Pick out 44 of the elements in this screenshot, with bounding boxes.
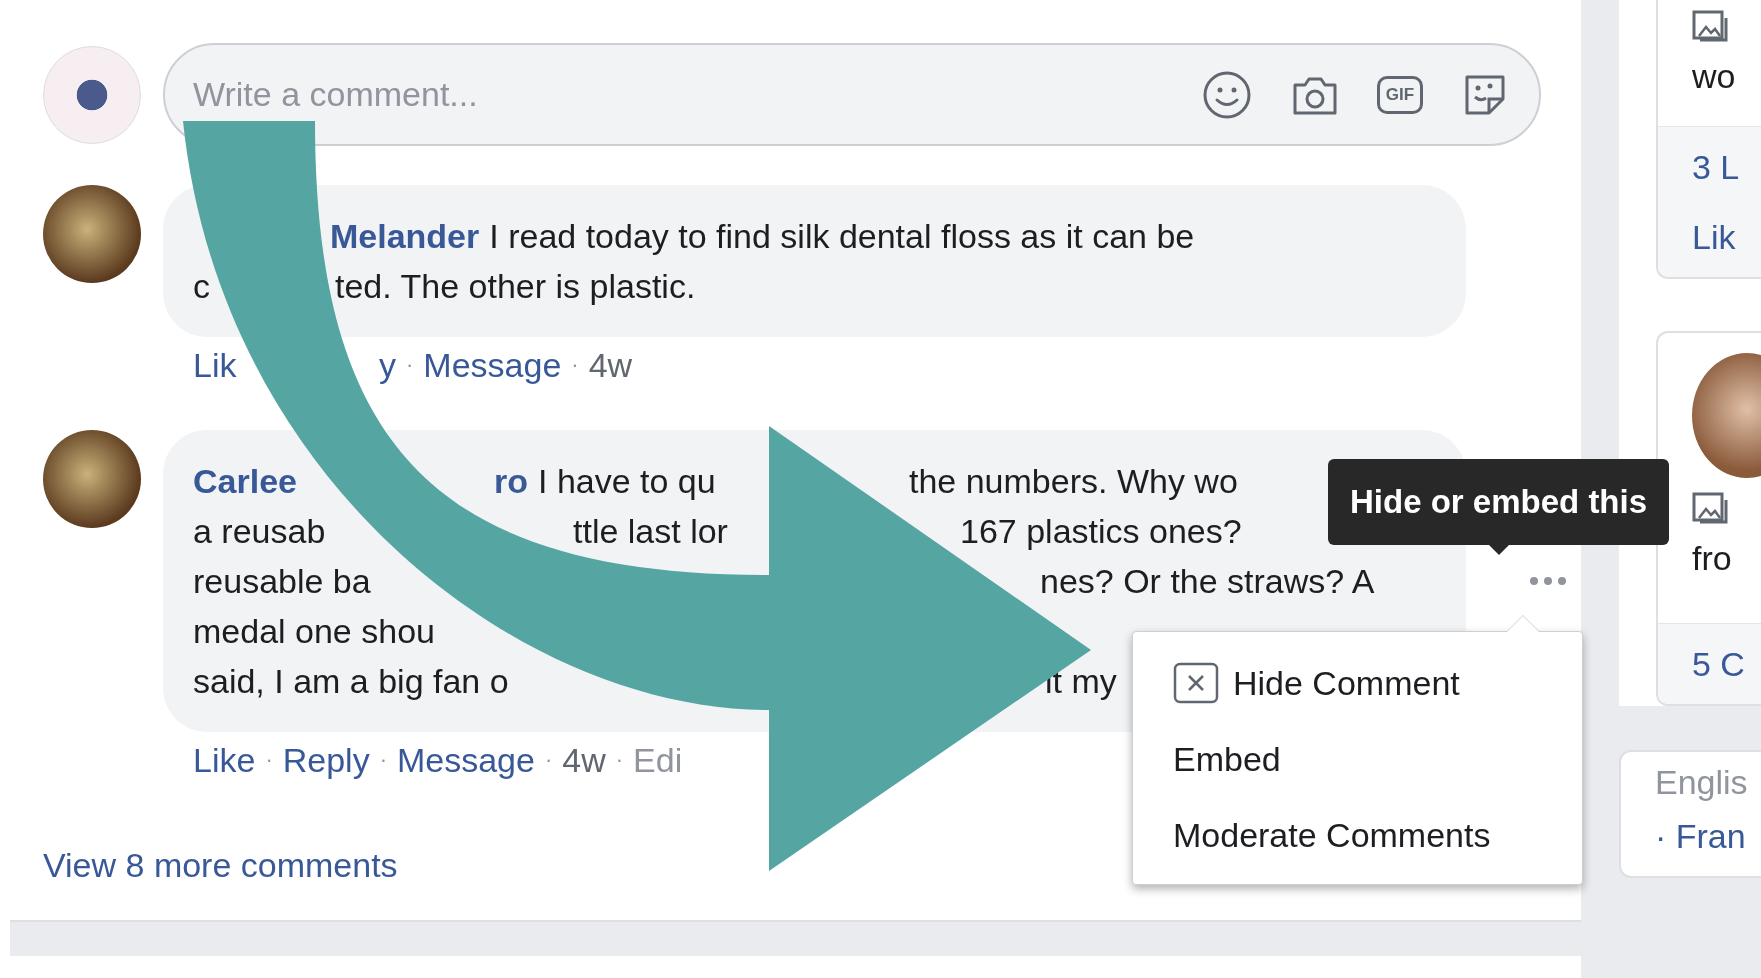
comment-text: a reusab: [193, 511, 326, 552]
separator-dot: ·: [571, 351, 579, 379]
action-link[interactable]: y: [379, 345, 396, 385]
post-text: fro: [1692, 538, 1733, 578]
author-name[interactable]: Melander: [330, 211, 480, 261]
author-name[interactable]: Carlee: [193, 456, 297, 506]
action-link[interactable]: Message: [396, 740, 535, 780]
separator-dot: ·: [615, 746, 624, 774]
separator-dot: ·: [544, 746, 553, 774]
timestamp[interactable]: 4w: [588, 345, 633, 385]
view-more-link[interactable]: View 8 more comments: [43, 845, 398, 885]
menu-item[interactable]: Embed: [1133, 724, 1582, 794]
language-link[interactable]: · Fran: [1655, 816, 1761, 856]
comment-text: nes? Or the straws? A: [1040, 561, 1375, 602]
gif-button[interactable]: GIF: [1377, 75, 1423, 114]
card-link[interactable]: 3 L: [1692, 147, 1761, 187]
post-text: wo: [1692, 56, 1737, 96]
separator-dot: ·: [406, 351, 414, 379]
comment-field[interactable]: Write a comment... GIF: [163, 43, 1541, 146]
timestamp[interactable]: 4w: [562, 740, 606, 780]
author-name[interactable]: ro: [494, 456, 528, 506]
separator-dot: ·: [265, 746, 273, 774]
comment-text: I have to qu: [538, 461, 716, 502]
comment-text: c: [193, 266, 210, 307]
comment-text: ted. The other is plastic.: [335, 266, 696, 307]
action-link[interactable]: Lik: [193, 345, 237, 385]
comment-text: I read today to find silk dental floss as it can be: [489, 216, 1195, 257]
tooltip: Hide or embed this: [1328, 459, 1670, 555]
comment-text: reusable ba: [193, 561, 371, 602]
menu-item[interactable]: Hide Comment: [1133, 648, 1582, 718]
close-box-icon: [1173, 662, 1219, 704]
action-link[interactable]: Reply: [282, 740, 370, 780]
language-label: Englis: [1655, 762, 1749, 802]
comment-text: the numbers. Why wo: [909, 461, 1238, 502]
comment-text: 167 plastics ones?: [960, 511, 1242, 552]
menu-item[interactable]: Moderate Comments: [1133, 800, 1582, 870]
separator-dot: ·: [379, 746, 387, 774]
card-link[interactable]: Lik: [1692, 217, 1761, 257]
comment-text: said, I am a big fan o: [193, 661, 509, 702]
action-link[interactable]: Message: [423, 345, 562, 385]
more-options-icon[interactable]: [1528, 575, 1568, 587]
comment-text: ttle last lor: [573, 511, 728, 552]
comment-text: medal one shou: [193, 611, 435, 652]
action-link[interactable]: Like: [193, 740, 256, 780]
